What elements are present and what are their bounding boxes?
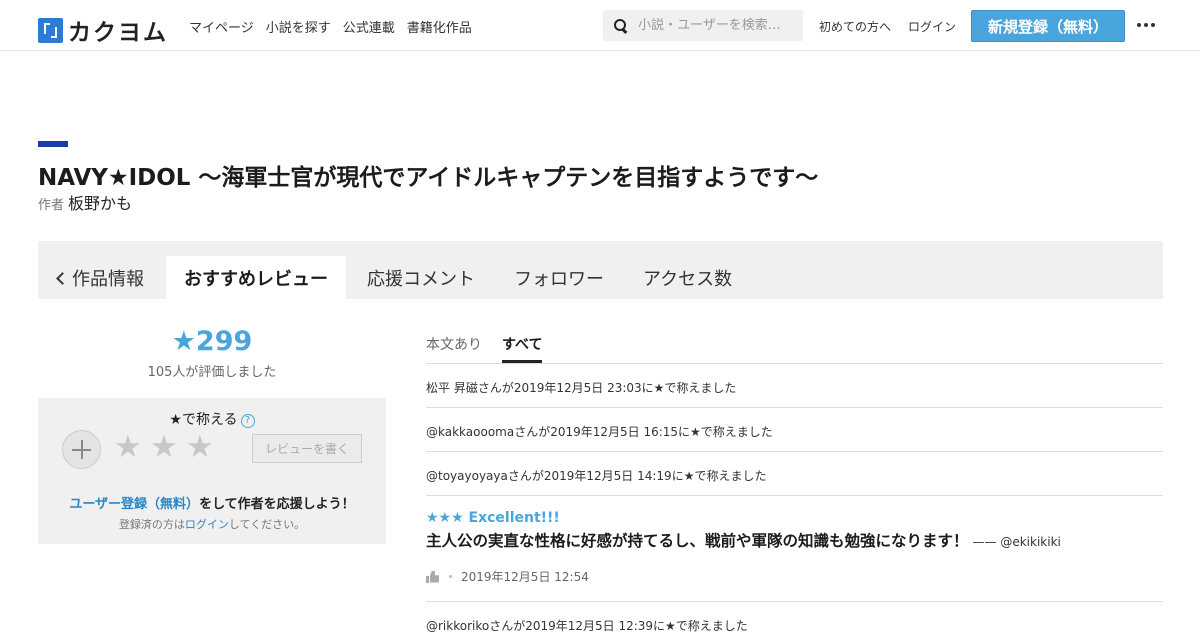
praise-label: ★で称える <box>169 412 238 428</box>
logo-text: カクヨム <box>68 20 168 46</box>
raters-count: 105人が評価しました <box>147 365 277 380</box>
list-item[interactable]: @toyayoyayaさんが2019年12月5日 14:19に★で称えました <box>426 467 766 484</box>
login-promo-pre: 登録済の方は <box>118 518 185 531</box>
first-time-link[interactable]: 初めての方へ <box>819 18 891 35</box>
review-title[interactable]: ★★★ Excellent!!! <box>426 510 560 526</box>
signup-promo-link[interactable]: ユーザー登録（無料） <box>69 497 199 512</box>
site-header: カクヨム マイページ 小説を探す 公式連載 書籍化作品 初めての方へ ログイン … <box>0 0 1200 51</box>
kakuyomu-logo[interactable]: カクヨム <box>38 13 168 47</box>
title-accent-bar <box>38 141 68 147</box>
nav-published-works[interactable]: 書籍化作品 <box>407 17 472 36</box>
author-name-link[interactable]: 板野かも <box>68 190 132 214</box>
review-text: 主人公の実直な性格に好感が持てるし、戦前や軍隊の知識も勉強になります！ <box>426 532 969 550</box>
review-date: 2019年12月5日 12:54 <box>461 570 589 584</box>
separator-dot <box>449 575 452 578</box>
nav-my-page[interactable]: マイページ <box>189 17 254 36</box>
login-link[interactable]: ログイン <box>908 18 956 35</box>
login-promo: 登録済の方はログインしてください。 <box>38 516 386 532</box>
signup-promo-text: をして作者を応援しよう！ <box>199 497 355 512</box>
search-input[interactable] <box>638 18 798 33</box>
search-icon[interactable] <box>614 18 628 33</box>
main-nav: マイページ 小説を探す 公式連載 書籍化作品 <box>189 17 472 36</box>
signup-promo: ユーザー登録（無料）をして作者を応援しよう！ <box>38 493 386 512</box>
star-1-icon[interactable]: ★ <box>114 429 142 465</box>
author-line: 作者 板野かも <box>38 190 132 214</box>
signup-button[interactable]: 新規登録（無料） <box>971 10 1125 42</box>
star-score: ★299 <box>171 326 253 357</box>
tab-work-info[interactable]: 作品情報 <box>56 256 144 299</box>
nav-official-series[interactable]: 公式連載 <box>343 17 395 36</box>
nav-find-novels[interactable]: 小説を探す <box>266 17 331 36</box>
list-item[interactable]: @rikkorikoさんが2019年12月5日 12:39に★で称えました <box>426 617 748 634</box>
tab-comments[interactable]: 応援コメント <box>367 256 475 299</box>
praise-heading: ★で称える? <box>38 409 386 429</box>
list-item[interactable]: 松平 昇磁さんが2019年12月5日 23:03に★で称えました <box>426 379 736 396</box>
star-2-icon[interactable]: ★ <box>150 429 178 465</box>
divider <box>426 451 1163 452</box>
divider <box>426 601 1163 602</box>
divider <box>426 363 1163 364</box>
logo-bracket-icon <box>38 17 63 43</box>
filter-all[interactable]: すべて <box>502 334 543 363</box>
work-title: NAVY★IDOL ～海軍士官が現代でアイドルキャプテンを目指すようです～ <box>38 165 819 191</box>
tab-followers[interactable]: フォロワー <box>514 256 604 299</box>
write-review-button[interactable]: レビューを書く <box>252 434 362 463</box>
chevron-left-icon <box>56 271 69 285</box>
tab-work-info-label: 作品情報 <box>72 268 144 290</box>
tab-access-count[interactable]: アクセス数 <box>643 256 732 299</box>
search-box <box>603 10 803 41</box>
divider <box>426 495 1163 496</box>
list-item[interactable]: @kakkaooomaさんが2019年12月5日 16:15に★で称えました <box>426 423 773 440</box>
star-3-icon[interactable]: ★ <box>186 429 214 465</box>
rating-panel: ★で称える? ★ ★ ★ レビューを書く ユーザー登録（無料）をして作者を応援し… <box>38 398 386 544</box>
divider <box>426 407 1163 408</box>
tab-reviews[interactable]: おすすめレビュー <box>166 256 346 299</box>
help-icon[interactable]: ? <box>240 414 255 428</box>
login-promo-post: してください。 <box>228 518 306 531</box>
author-label: 作者 <box>38 198 65 213</box>
more-menu-icon[interactable] <box>1137 23 1155 27</box>
login-promo-link[interactable]: ログイン <box>185 518 229 531</box>
review-body[interactable]: 主人公の実直な性格に好感が持てるし、戦前や軍隊の知識も勉強になります！ —— @e… <box>426 529 1061 551</box>
review-author[interactable]: —— @ekikikiki <box>973 535 1061 549</box>
review-meta: 2019年12月5日 12:54 <box>426 568 589 585</box>
thumbs-up-icon[interactable] <box>426 571 440 583</box>
add-star-button[interactable] <box>62 430 101 469</box>
filter-with-text[interactable]: 本文あり <box>426 334 482 354</box>
